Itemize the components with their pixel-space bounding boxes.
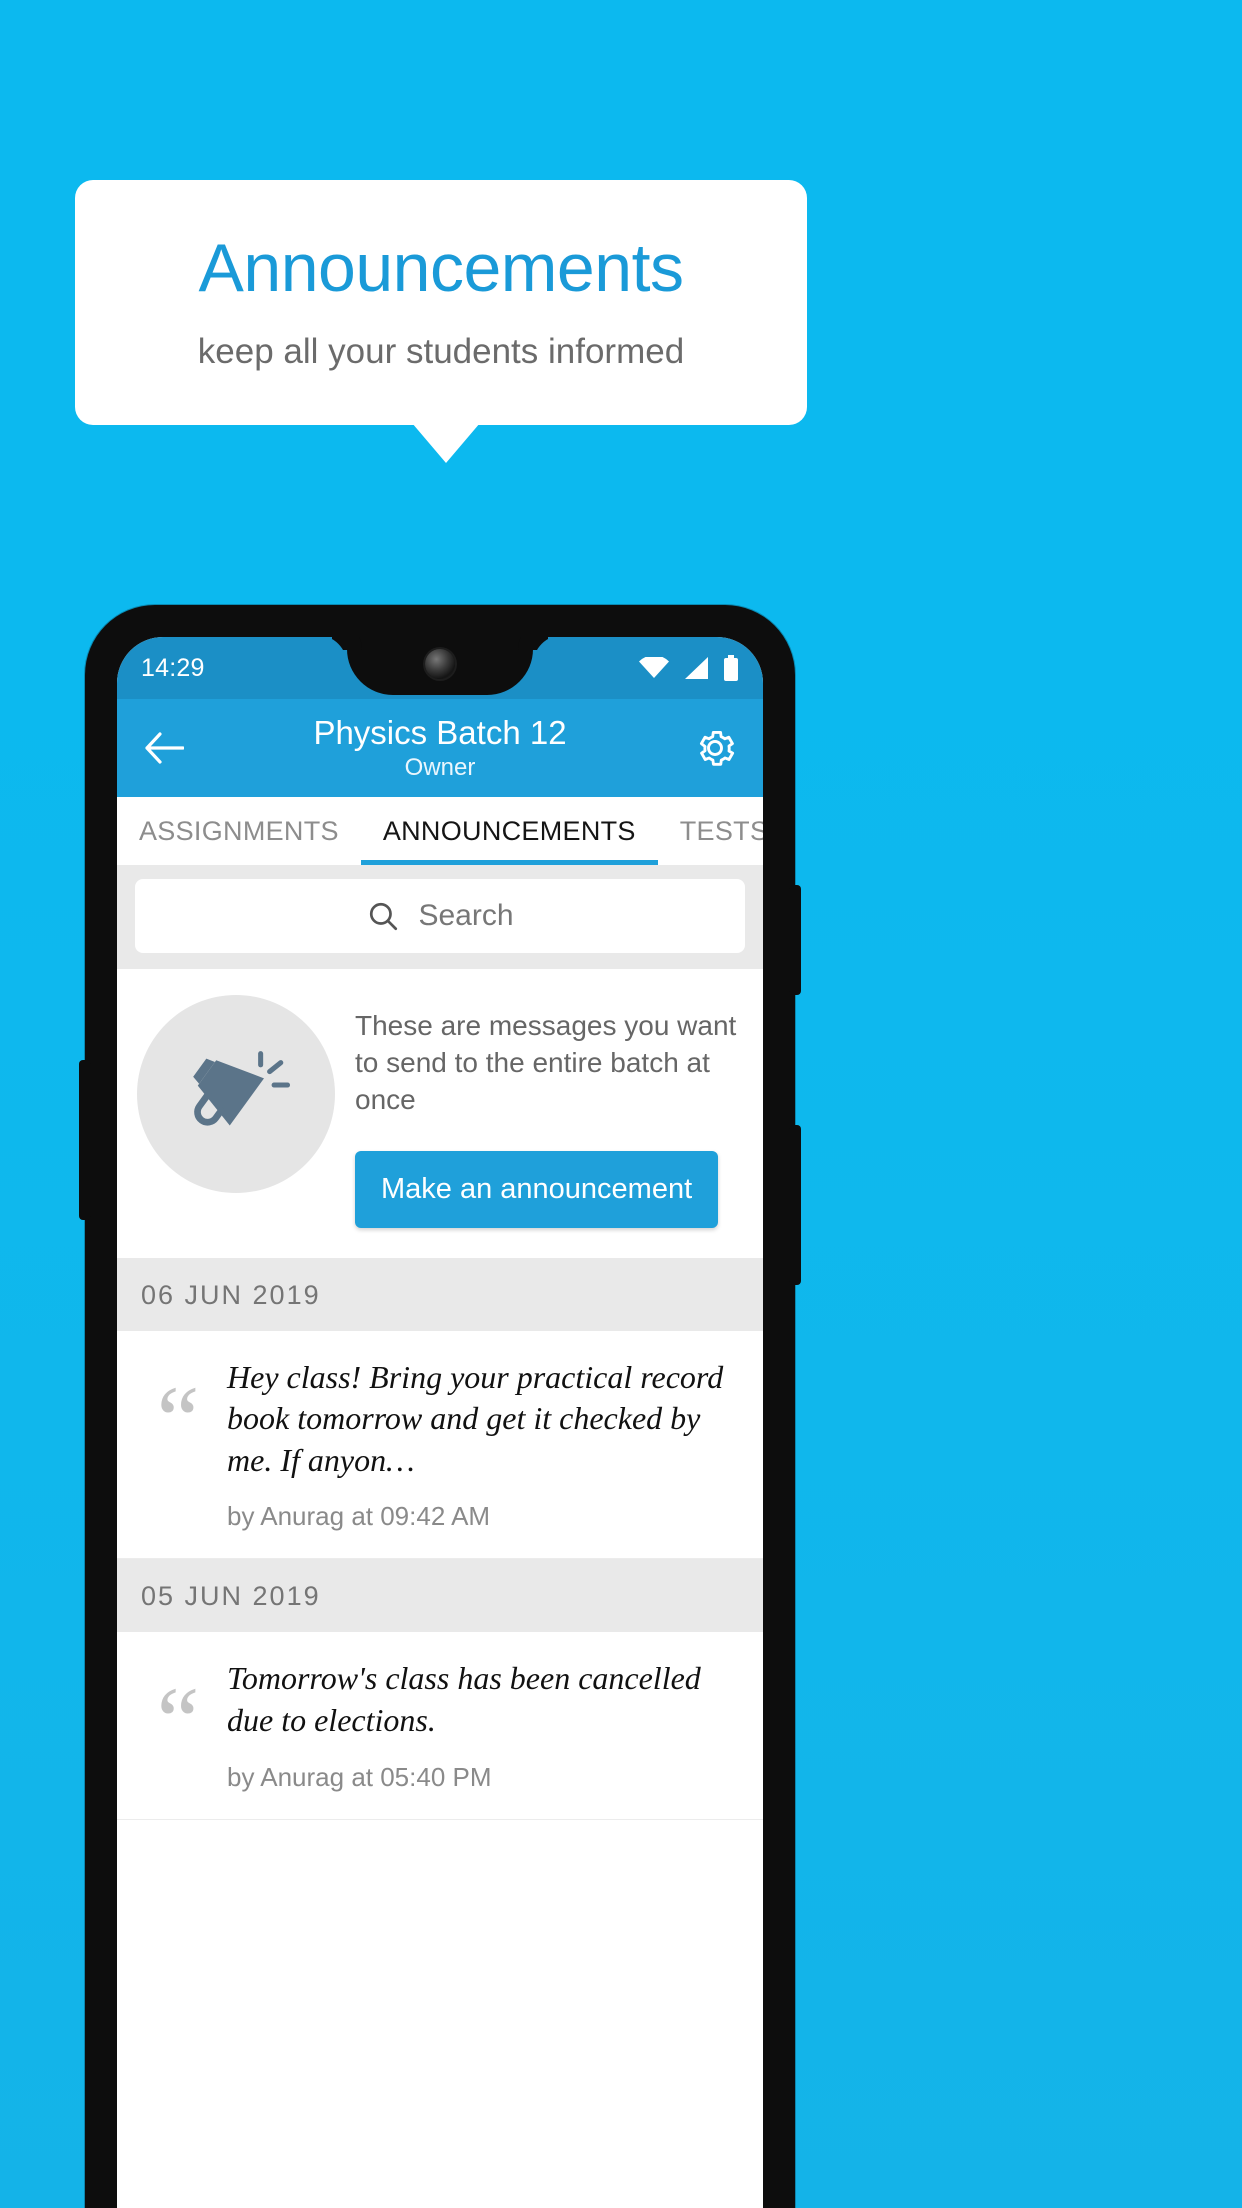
tab-tests[interactable]: TESTS <box>658 797 763 865</box>
phone-button-left[interactable] <box>79 1060 91 1220</box>
page-title: Physics Batch 12 <box>313 713 567 751</box>
make-announcement-card: These are messages you want to send to t… <box>117 969 763 1258</box>
date-header: 06 JUN 2019 <box>117 1257 763 1331</box>
arrow-left-icon <box>145 732 184 764</box>
tab-announcements[interactable]: ANNOUNCEMENTS <box>360 797 658 865</box>
app-bar: Physics Batch 12 Owner <box>117 699 763 797</box>
make-announcement-description: These are messages you want to send to t… <box>355 1010 737 1116</box>
tab-bar: ASSIGNMENTS ANNOUNCEMENTS TESTS ’ <box>117 797 763 865</box>
announcement-body: Tomorrow's class has been cancelled due … <box>227 1658 745 1792</box>
wifi-icon <box>639 657 669 678</box>
announcement-meta: by Anurag at 05:40 PM <box>227 1761 492 1792</box>
announcement-text: Tomorrow's class has been cancelled due … <box>227 1660 701 1739</box>
battery-icon <box>724 655 738 681</box>
date-header: 05 JUN 2019 <box>117 1559 763 1633</box>
status-icons <box>639 655 739 681</box>
promo-callout-tail <box>412 423 480 463</box>
announcement-row[interactable]: “ Tomorrow's class has been cancelled du… <box>117 1632 763 1820</box>
tab-assignments[interactable]: ASSIGNMENTS <box>117 797 361 865</box>
announcement-text: Hey class! Bring your practical record b… <box>227 1358 724 1478</box>
phone-button-volume[interactable] <box>789 1125 801 1285</box>
settings-button[interactable] <box>689 722 741 774</box>
megaphone-icon <box>193 1051 291 1126</box>
page-subtitle: Owner <box>404 754 476 782</box>
search-input[interactable]: Search <box>135 879 745 953</box>
promo-callout-card: Announcements keep all your students inf… <box>75 180 807 425</box>
quote-icon: “ <box>156 1667 200 1775</box>
make-announcement-content: These are messages you want to send to t… <box>355 995 743 1228</box>
app-bar-titles: Physics Batch 12 Owner <box>117 699 763 797</box>
phone-notch <box>347 637 533 695</box>
phone-button-power[interactable] <box>789 885 801 995</box>
phone-screen: 14:29 Physics Batch 12 Owner ASSIGNMENTS… <box>117 637 763 2208</box>
search-placeholder: Search <box>418 899 514 932</box>
megaphone-illustration <box>137 995 335 1193</box>
phone-mockup: 14:29 Physics Batch 12 Owner ASSIGNMENTS… <box>79 605 801 2208</box>
search-section: Search <box>117 865 763 969</box>
status-time: 14:29 <box>141 653 205 682</box>
announcement-body: Hey class! Bring your practical record b… <box>227 1357 745 1533</box>
back-button[interactable] <box>139 723 189 773</box>
announcement-meta: by Anurag at 09:42 AM <box>227 1501 491 1532</box>
status-bar: 14:29 <box>117 637 763 699</box>
signal-icon <box>685 657 708 679</box>
promo-title: Announcements <box>198 229 684 306</box>
gear-icon <box>699 731 735 766</box>
announcement-row[interactable]: “ Hey class! Bring your practical record… <box>117 1330 763 1560</box>
front-camera <box>425 649 455 679</box>
promo-subtitle: keep all your students informed <box>197 332 685 372</box>
phone-bezel: 14:29 Physics Batch 12 Owner ASSIGNMENTS… <box>117 637 763 2208</box>
search-icon <box>370 902 398 931</box>
quote-icon: “ <box>156 1365 200 1473</box>
make-announcement-button[interactable]: Make an announcement <box>355 1150 719 1228</box>
